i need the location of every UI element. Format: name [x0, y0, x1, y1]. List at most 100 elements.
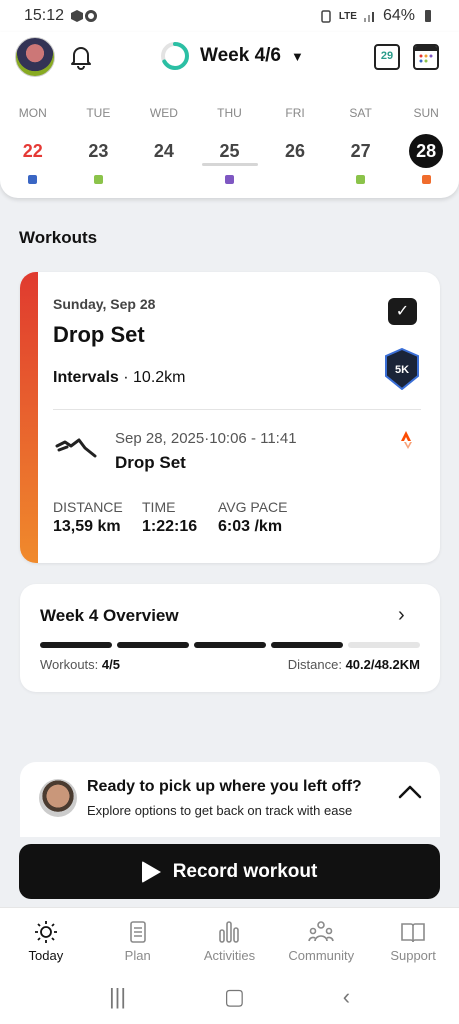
day-number: 26 — [285, 141, 306, 161]
progress-segment — [117, 642, 189, 648]
stat-value: 6:03 /km — [218, 518, 283, 535]
box-icon — [71, 10, 84, 22]
day-number: 24 — [153, 141, 174, 161]
day-sat[interactable]: SAT 27 — [328, 106, 394, 184]
stat-time: TIME 1:22:16 — [142, 499, 197, 536]
day-fri[interactable]: FRI 26 — [262, 106, 328, 184]
distance-total: Distance: 40.2/48.2KM — [288, 657, 420, 672]
bars-icon — [219, 921, 240, 943]
workout-dot — [356, 175, 366, 184]
divider — [53, 409, 421, 410]
progress-segment — [348, 642, 420, 648]
workouts-count-label: Workouts: — [40, 657, 99, 672]
nav-support[interactable]: Support — [367, 908, 459, 969]
workout-dot — [224, 175, 234, 184]
day-name: FRI — [285, 106, 305, 120]
signal-icon — [363, 12, 374, 22]
workout-distance: 10.2km — [133, 369, 186, 386]
nav-today[interactable]: Today — [0, 908, 92, 969]
status-bar: 15:12 LTE 64% — [0, 0, 459, 32]
progress-segment-fill — [271, 642, 343, 648]
nav-label: Support — [390, 948, 436, 963]
bell-icon[interactable] — [68, 44, 94, 70]
nav-activities[interactable]: Activities — [184, 908, 276, 969]
calendar-today-icon[interactable]: 29 — [374, 44, 400, 70]
calendar-month-icon[interactable] — [413, 44, 439, 70]
chevron-right-icon[interactable]: › — [398, 604, 405, 627]
resume-subtitle: Explore options to get back on track wit… — [87, 803, 353, 818]
week-selector[interactable]: Week 4/6 ▼ — [160, 40, 304, 72]
overview-title: Week 4 Overview — [40, 606, 179, 625]
day-number: 28 — [409, 134, 444, 168]
record-workout-button[interactable]: Record workout — [19, 844, 440, 899]
nav-label: Plan — [124, 948, 151, 963]
day-name: SAT — [349, 106, 372, 120]
5k-badge-icon: 5K — [385, 348, 419, 390]
day-tue[interactable]: TUE 23 — [66, 106, 132, 184]
week-progress-bars — [40, 642, 420, 648]
nav-community[interactable]: Community — [275, 908, 367, 969]
chevron-up-icon[interactable] — [398, 784, 422, 800]
day-number: 23 — [88, 141, 109, 161]
nav-plan[interactable]: Plan — [92, 908, 184, 969]
completed-check-icon[interactable]: ✓ — [388, 298, 417, 325]
stat-value: 1:22:16 — [142, 518, 198, 535]
workouts-count: Workouts: 4/5 — [40, 657, 120, 672]
progress-segment-fill — [40, 642, 112, 648]
network-type: LTE — [338, 10, 357, 22]
day-name: THU — [217, 106, 242, 120]
sun-icon — [34, 921, 57, 943]
distance-total-value: 40.2/48.2KM — [345, 657, 420, 672]
day-name: WED — [149, 106, 178, 120]
workout-dot — [291, 175, 300, 184]
day-mon[interactable]: MON 22 — [0, 106, 66, 184]
home-icon[interactable]: ▢ — [224, 984, 245, 1010]
workout-color-stripe — [20, 272, 38, 563]
stat-avg-pace: AVG PACE 6:03 /km — [218, 499, 288, 536]
workout-card[interactable]: Sunday, Sep 28 Drop Set Intervals · 10.2… — [20, 272, 440, 563]
day-name: SUN — [413, 106, 439, 120]
day-thu[interactable]: THU 25 — [197, 106, 263, 184]
workout-dot — [28, 175, 38, 184]
resume-title: Ready to pick up where you left off? — [87, 778, 362, 795]
clipboard-icon — [129, 921, 146, 943]
settings-icon — [85, 10, 98, 22]
stat-value: 13,59 km — [53, 518, 121, 535]
badge-label: 5K — [395, 364, 409, 376]
week-overview-card[interactable]: Week 4 Overview › Workouts: 4/5 Distance… — [20, 584, 440, 692]
nav-label: Today — [28, 948, 64, 963]
workout-dot — [93, 175, 103, 184]
people-icon — [308, 921, 335, 942]
nav-label: Community — [288, 948, 355, 963]
day-sun[interactable]: SUN 28 — [393, 106, 459, 184]
day-wed[interactable]: WED 24 — [131, 106, 197, 184]
recent-apps-icon[interactable]: ||| — [109, 984, 126, 1010]
coach-avatar — [39, 779, 77, 817]
profile-avatar[interactable] — [15, 37, 55, 77]
progress-segment — [194, 642, 266, 648]
workout-dot — [159, 175, 168, 184]
progress-segment — [271, 642, 343, 648]
workouts-section-title: Workouts — [19, 228, 98, 247]
chevron-down-icon: ▼ — [290, 48, 304, 64]
workout-dot — [421, 175, 431, 184]
record-workout-label: Record workout — [172, 860, 318, 882]
header-drag-handle[interactable] — [196, 160, 264, 168]
workout-date: Sunday, Sep 28 — [53, 296, 156, 312]
progress-segment-fill — [194, 642, 266, 648]
play-icon — [141, 860, 161, 883]
battery-saver-icon — [321, 10, 331, 23]
bottom-nav: Today Plan Activities Community Support — [0, 907, 459, 969]
stat-label: AVG PACE — [218, 499, 288, 515]
resume-plan-card[interactable]: Ready to pick up where you left off? Exp… — [20, 762, 440, 837]
week-progress-ring — [161, 42, 189, 70]
back-icon[interactable]: ‹ — [343, 984, 350, 1010]
strava-icon — [401, 431, 412, 449]
week-label: Week 4/6 — [200, 45, 281, 66]
progress-segment — [40, 642, 112, 648]
workouts-count-value: 4/5 — [101, 657, 120, 672]
stat-distance: DISTANCE 13,59 km — [53, 499, 123, 536]
book-icon — [401, 923, 425, 943]
distance-total-label: Distance: — [287, 657, 342, 672]
progress-segment-fill — [117, 642, 189, 648]
